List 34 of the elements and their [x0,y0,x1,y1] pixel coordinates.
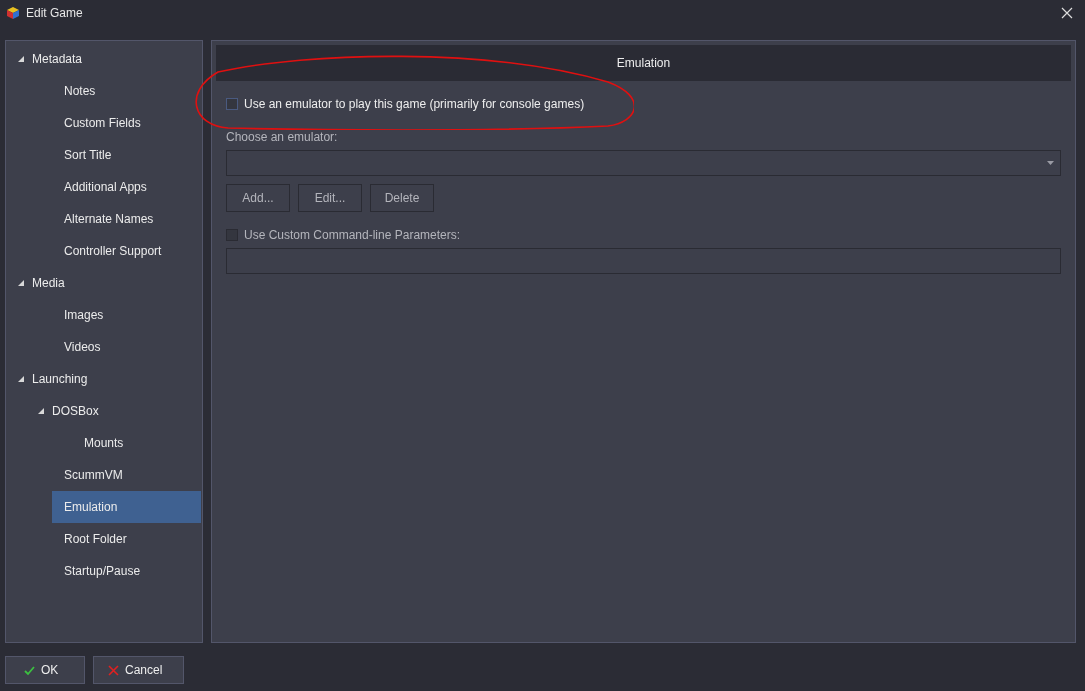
cross-icon [108,664,119,676]
tree-item[interactable]: Videos [52,331,201,363]
tree-item[interactable]: Root Folder [52,523,201,555]
tree-item[interactable]: Metadata [18,43,201,75]
expand-triangle-icon[interactable] [38,408,44,414]
caret-icon [1047,161,1054,165]
checkbox-label: Use Custom Command-line Parameters: [244,228,461,242]
ok-button[interactable]: OK [5,656,85,684]
tree-item[interactable]: Sort Title [52,139,201,171]
tree-item[interactable]: DOSBox [38,395,201,427]
window-title: Edit Game [26,6,83,20]
expand-triangle-icon[interactable] [18,376,24,382]
section-header: Emulation [216,45,1071,81]
checkbox[interactable] [226,98,238,110]
tree-item[interactable]: Startup/Pause [52,555,201,587]
cancel-button[interactable]: Cancel [93,656,184,684]
tree-item[interactable]: Images [52,299,201,331]
tree-item[interactable]: Notes [52,75,201,107]
tree-item[interactable]: Alternate Names [52,203,201,235]
tree-item[interactable]: Launching [18,363,201,395]
tree-item[interactable]: Custom Fields [52,107,201,139]
tree-item[interactable]: Emulation [52,491,201,523]
cube-logo-icon [6,6,20,20]
tree-item[interactable]: Mounts [72,427,201,459]
expand-triangle-icon[interactable] [18,56,24,62]
checkbox-label: Use an emulator to play this game (primarily for console games) [244,97,585,111]
field-label: Choose an emulator: [226,130,339,144]
checkmark-icon [24,664,35,676]
tree-item[interactable]: ScummVM [52,459,201,491]
tree-item[interactable]: Media [18,267,201,299]
close-icon[interactable] [1061,7,1073,19]
tree-item[interactable]: Additional Apps [52,171,201,203]
expand-triangle-icon[interactable] [18,280,24,286]
tree-item[interactable]: Controller Support [52,235,201,267]
